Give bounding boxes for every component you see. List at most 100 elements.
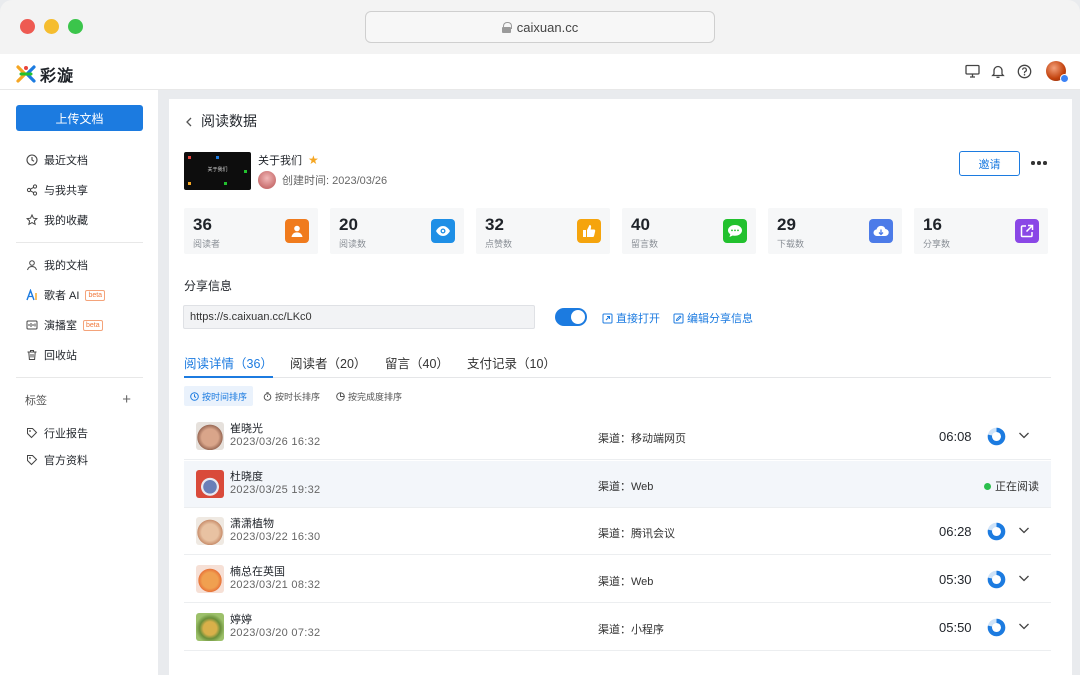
tag-label: 行业报告 [44, 428, 88, 440]
read-channel: 渠道：小程序 [598, 624, 664, 636]
read-channel: 渠道：移动端网页 [598, 433, 686, 445]
beta-badge: beta [83, 319, 103, 331]
stat-value: 20 [339, 215, 358, 234]
tag-label: 官方资料 [44, 455, 88, 467]
document-title-text: 关于我们 [258, 155, 302, 167]
external-share-icon [1015, 219, 1039, 243]
open-directly-label: 直接打开 [616, 313, 660, 325]
tag-item-industry-report[interactable]: 行业报告 [25, 423, 88, 443]
table-row[interactable]: 潇潇植物 2023/03/22 16:30 渠道：腾讯会议 06:28 [184, 508, 1051, 555]
tag-item-official-docs[interactable]: 官方资料 [25, 450, 88, 470]
minimize-window-button[interactable] [44, 19, 59, 34]
stat-label: 分享数 [923, 239, 951, 249]
read-duration: 05:50 [939, 620, 972, 635]
sidebar-item-trash[interactable]: 回收站 [25, 345, 77, 365]
sort-label: 按完成度排序 [348, 391, 403, 402]
document-meta: 创建时间: 2023/03/26 [258, 171, 387, 189]
chevron-down-icon[interactable] [1018, 430, 1030, 440]
tab-payments[interactable]: 支付记录（10） [467, 353, 556, 378]
sidebar-item-label: 回收站 [44, 350, 77, 362]
sidebar-item-singer-ai[interactable]: 歌者 AI beta [25, 285, 106, 305]
invite-button[interactable]: 邀请 [959, 151, 1020, 176]
bell-icon[interactable] [990, 63, 1006, 79]
progress-ring-icon [987, 570, 1006, 589]
sidebar-item-my-docs[interactable]: 我的文档 [25, 255, 88, 275]
back-arrow-icon[interactable] [185, 116, 193, 127]
sort-by-completion-button[interactable]: 按完成度排序 [330, 386, 408, 406]
table-row[interactable]: 崔晓光 2023/03/26 16:32 渠道：移动端网页 06:08 [184, 413, 1051, 460]
star-outline-icon [25, 214, 38, 227]
share-url-value: https://s.caixuan.cc/LKc0 [190, 311, 312, 323]
sidebar-divider [16, 377, 143, 378]
share-section-title: 分享信息 [184, 279, 233, 293]
chevron-down-icon[interactable] [1018, 573, 1030, 583]
open-directly-link[interactable]: 直接打开 [602, 310, 660, 326]
tag-icon [25, 454, 38, 467]
stat-value: 29 [777, 215, 796, 234]
more-options-icon[interactable] [1031, 157, 1047, 169]
stat-card-shares: 16 分享数 [914, 208, 1048, 254]
close-window-button[interactable] [20, 19, 35, 34]
thumbnail-dot [188, 182, 191, 185]
upload-document-button[interactable]: 上传文档 [16, 105, 143, 131]
reading-status-text: 正在阅读 [995, 481, 1039, 493]
logo-icon [16, 65, 36, 83]
read-channel: 渠道：Web [598, 481, 654, 493]
reading-status: 正在阅读 [984, 478, 1039, 494]
chevron-down-icon[interactable] [1018, 525, 1030, 535]
maximize-window-button[interactable] [68, 19, 83, 34]
sidebar-item-recent[interactable]: 最近文档 [25, 150, 88, 170]
sidebar-item-studio[interactable]: 演播室 beta [25, 315, 103, 335]
star-filled-icon[interactable]: ★ [308, 154, 319, 166]
beta-badge: beta [85, 289, 106, 301]
user-avatar[interactable] [1046, 61, 1069, 83]
user-icon [25, 259, 38, 272]
progress-ring-icon [987, 427, 1006, 446]
share-toggle[interactable] [555, 308, 587, 326]
user-icon [285, 219, 309, 243]
monitor-icon[interactable] [964, 63, 980, 79]
thumbnail-dot [188, 156, 191, 159]
table-row[interactable]: 楠总在英国 2023/03/21 08:32 渠道：Web 05:30 [184, 556, 1051, 603]
reader-avatar [196, 565, 224, 593]
reader-avatar [196, 422, 224, 450]
detail-tabs: 阅读详情（36） 阅读者（20） 留言（40） 支付记录（10） [184, 353, 1051, 378]
sort-by-duration-button[interactable]: 按时长排序 [257, 386, 326, 406]
logo-text: 彩漩 [40, 68, 75, 85]
reader-name: 潇潇植物 [230, 518, 274, 530]
share-url-field[interactable]: https://s.caixuan.cc/LKc0 [183, 305, 535, 329]
cloud-download-icon [869, 219, 893, 243]
tab-read-details[interactable]: 阅读详情（36） [184, 353, 273, 378]
stat-label: 留言数 [631, 239, 659, 249]
tab-comments[interactable]: 留言（40） [385, 353, 449, 378]
sort-label: 按时长排序 [275, 391, 321, 402]
tab-readers[interactable]: 阅读者（20） [290, 353, 366, 378]
browser-chrome: caixuan.cc [0, 0, 1080, 54]
sidebar-item-shared[interactable]: 与我共享 [25, 180, 88, 200]
table-row[interactable]: 婷婷 2023/03/20 07:32 渠道：小程序 05:50 [184, 604, 1051, 651]
chat-bubble-icon [723, 219, 747, 243]
sort-options: 按时间排序 按时长排序 按完成度排序 [184, 386, 408, 406]
add-tag-icon[interactable]: + [122, 392, 131, 407]
stat-value: 36 [193, 215, 212, 234]
sidebar-item-favorites[interactable]: 我的收藏 [25, 210, 88, 230]
document-thumbnail[interactable]: 关于我们 [184, 152, 251, 190]
sidebar: 上传文档 最近文档 与我共享 我的收藏 我的文档 歌者 AI beta 演播室 … [0, 90, 158, 675]
reader-avatar [196, 613, 224, 641]
reader-avatar [196, 517, 224, 545]
thumbnail-dot [244, 170, 247, 173]
app-logo[interactable]: 彩漩 [16, 62, 74, 86]
address-bar[interactable]: caixuan.cc [365, 11, 715, 43]
chevron-down-icon[interactable] [1018, 621, 1030, 631]
edit-share-info-link[interactable]: 编辑分享信息 [673, 310, 753, 326]
stat-card-likes: 32 点赞数 [476, 208, 610, 254]
progress-ring-icon [987, 618, 1006, 637]
help-icon[interactable] [1016, 63, 1032, 79]
stat-card-comments: 40 留言数 [622, 208, 756, 254]
table-row[interactable]: 杜晓度 2023/03/25 19:32 渠道：Web 正在阅读 [184, 461, 1051, 508]
sort-by-time-button[interactable]: 按时间排序 [184, 386, 254, 406]
reader-name: 杜晓度 [230, 471, 263, 483]
thumbnail-dot [224, 182, 227, 185]
trash-icon [25, 349, 38, 362]
stat-card-readers: 36 阅读者 [184, 208, 318, 254]
